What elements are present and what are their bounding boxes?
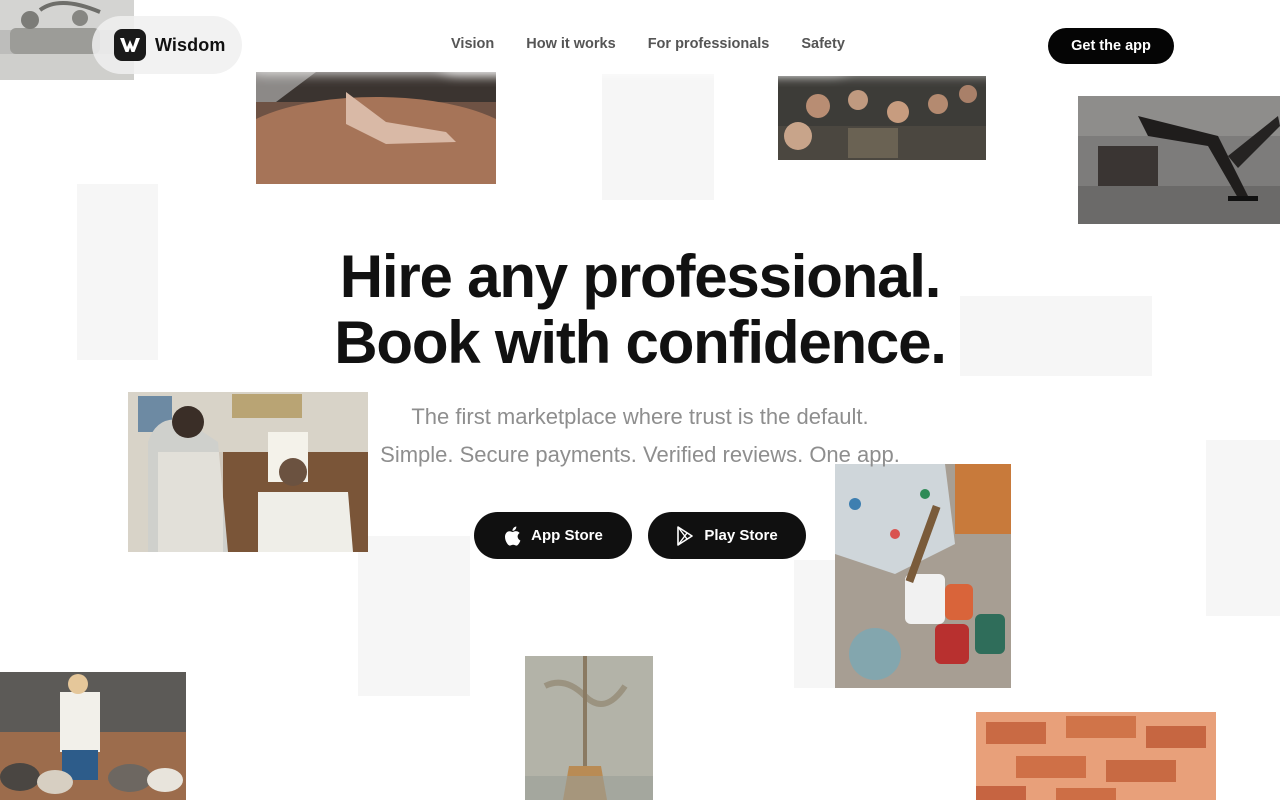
broom-photo xyxy=(525,656,653,800)
hero-title-line-1: Hire any professional. xyxy=(339,243,942,310)
hero-title: Hire any professional. Book with confide… xyxy=(240,244,1040,376)
bricks-photo xyxy=(976,712,1216,800)
brand-logo-link[interactable]: Wisdom xyxy=(92,16,242,74)
placeholder-block xyxy=(1206,440,1280,616)
hero-title-line-2: Book with confidence. xyxy=(334,309,947,376)
brand-name: Wisdom xyxy=(155,34,226,55)
placeholder-block xyxy=(602,74,714,200)
nav-link-for-professionals[interactable]: For professionals xyxy=(648,36,770,52)
apple-icon xyxy=(503,526,521,546)
hero-subtitle-line-1: The first marketplace where trust is the… xyxy=(411,404,869,429)
get-the-app-button[interactable]: Get the app xyxy=(1048,28,1174,64)
paint-cans-photo xyxy=(835,464,1011,688)
main-nav: Vision How it works For professionals Sa… xyxy=(451,36,845,52)
play-store-label: Play Store xyxy=(704,527,778,544)
play-store-icon xyxy=(676,525,694,546)
classroom-photo xyxy=(778,76,986,160)
dog-walker-photo xyxy=(0,672,186,800)
wisdom-w-logo-icon xyxy=(114,29,146,61)
nav-link-safety[interactable]: Safety xyxy=(801,36,845,52)
app-store-label: App Store xyxy=(531,527,603,544)
hero-subtitle-line-2: Simple. Secure payments. Verified review… xyxy=(380,442,900,467)
landing-page: Wisdom Vision How it works For professio… xyxy=(0,0,1280,800)
placeholder-block xyxy=(358,536,470,696)
hero-subtitle: The first marketplace where trust is the… xyxy=(300,398,980,474)
app-store-button[interactable]: App Store xyxy=(474,512,632,559)
massage-photo xyxy=(256,72,496,184)
nav-link-how-it-works[interactable]: How it works xyxy=(526,36,615,52)
legs-chair-photo xyxy=(1078,96,1280,224)
placeholder-block xyxy=(77,184,158,360)
nav-link-vision[interactable]: Vision xyxy=(451,36,494,52)
play-store-button[interactable]: Play Store xyxy=(648,512,806,559)
